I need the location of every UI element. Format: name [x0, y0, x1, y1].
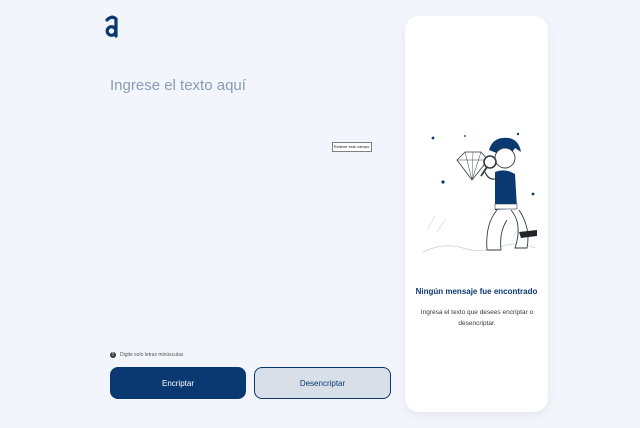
hint-text: Digite solo letras minúsculas — [120, 352, 184, 358]
info-icon: ! — [110, 352, 116, 358]
encrypt-button[interactable]: Encriptar — [110, 367, 246, 399]
output-card: Ningún mensaje fue encontrado Ingresa el… — [405, 16, 548, 412]
hint: ! Digite solo letras minúsculas — [110, 352, 183, 358]
alura-logo-icon — [105, 15, 118, 38]
person-with-magnifier-illustration — [422, 132, 537, 253]
validation-tooltip: Rellene este campo. — [332, 142, 372, 152]
page: Rellene este campo. ! Digite solo letras… — [0, 0, 640, 428]
empty-state-message: Ingresa el texto que desees encriptar o … — [420, 309, 534, 327]
decrypt-button[interactable]: Desencriptar — [254, 367, 391, 399]
empty-state-title: Ningún mensaje fue encontrado — [415, 287, 538, 296]
text-input[interactable] — [108, 74, 378, 344]
